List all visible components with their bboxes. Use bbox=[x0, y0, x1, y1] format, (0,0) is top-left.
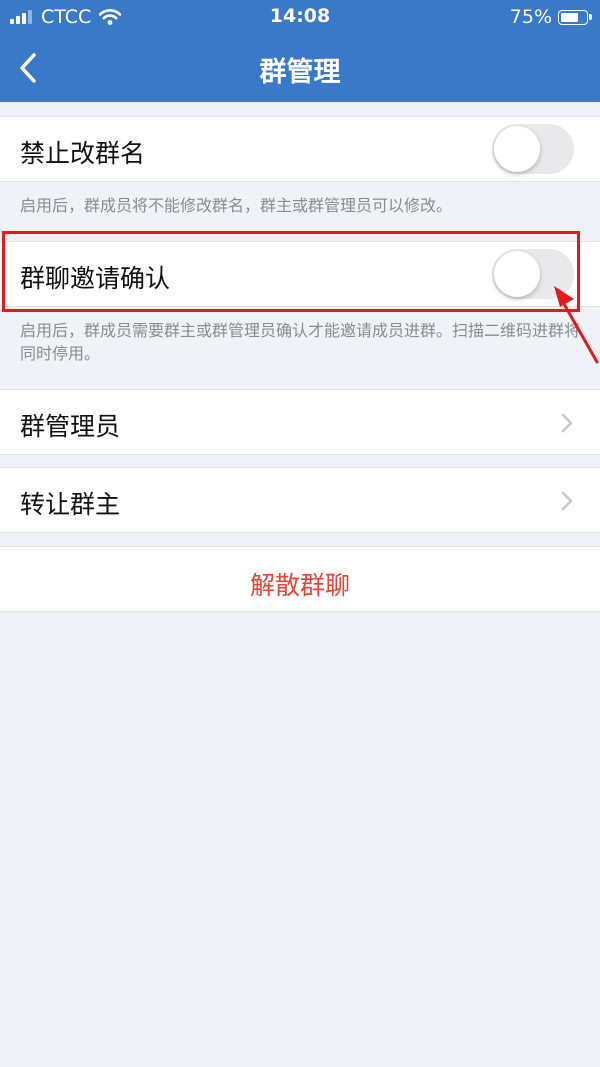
toggle-knob bbox=[494, 126, 540, 172]
forbid-rename-hint: 启用后，群成员将不能修改群名，群主或群管理员可以修改。 bbox=[20, 196, 453, 215]
dissolve-group-label: 解散群聊 bbox=[249, 571, 350, 600]
admins-label: 群管理员 bbox=[20, 412, 121, 441]
battery-fill bbox=[561, 12, 578, 22]
highlight-annotation-box bbox=[2, 231, 580, 312]
invite-confirm-hint: 启用后，群成员需要群主或群管理员确认才能邀请成员进群。扫描二维码进群将同时停用。 bbox=[20, 321, 581, 363]
navigation-bar: 群管理 bbox=[0, 34, 600, 102]
battery-percent: 75% bbox=[509, 6, 552, 28]
battery-cap bbox=[589, 13, 592, 20]
status-bar: CTCC 14:08 75% bbox=[0, 0, 600, 34]
chevron-right-icon bbox=[561, 413, 573, 433]
transfer-owner-label: 转让群主 bbox=[20, 490, 121, 519]
dissolve-group-button[interactable]: 解散群聊 bbox=[0, 546, 600, 612]
status-right: 75% bbox=[509, 6, 592, 28]
annotation-arrow-icon bbox=[554, 286, 599, 364]
admins-row[interactable]: 群管理员 bbox=[0, 389, 600, 455]
forbid-rename-label: 禁止改群名 bbox=[20, 139, 146, 168]
chevron-right-icon bbox=[561, 491, 573, 511]
battery-icon bbox=[558, 9, 592, 25]
forbid-rename-row: 禁止改群名 bbox=[0, 116, 600, 182]
page-title: 群管理 bbox=[259, 57, 341, 88]
forbid-rename-toggle[interactable] bbox=[492, 124, 574, 174]
transfer-owner-row[interactable]: 转让群主 bbox=[0, 467, 600, 533]
